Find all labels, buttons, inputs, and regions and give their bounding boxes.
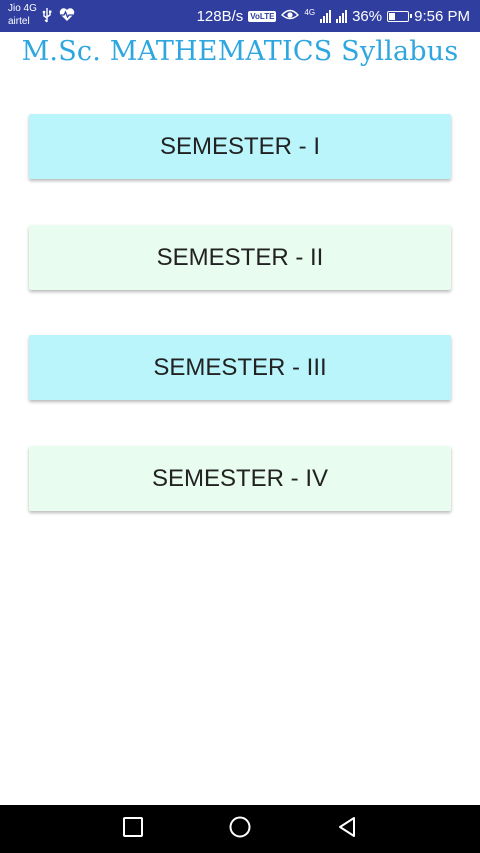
home-icon <box>228 815 252 844</box>
carrier-1: Jio 4G <box>8 3 37 14</box>
semester-1-button[interactable]: SEMESTER - I <box>29 114 451 179</box>
back-icon <box>335 815 359 844</box>
battery-icon <box>387 10 413 22</box>
carrier-info: Jio 4G airtel <box>8 2 42 28</box>
battery-percent: 36% <box>352 7 383 25</box>
semester-3-button[interactable]: SEMESTER - III <box>29 335 451 400</box>
heart-rate-icon <box>59 7 75 28</box>
eye-icon <box>281 7 300 25</box>
clock: 9:56 PM <box>414 7 470 25</box>
data-speed: 128B/s <box>196 7 244 25</box>
volte-icon: VoLTE <box>248 10 277 22</box>
semester-4-button[interactable]: SEMESTER - IV <box>29 446 451 511</box>
navigation-bar <box>0 805 480 853</box>
status-bar: Jio 4G airtel 128B/s VoLTE 4G 36% 9:56 P… <box>0 0 480 32</box>
status-right: 128B/s VoLTE 4G 36% 9:56 PM <box>197 0 470 32</box>
usb-icon <box>41 7 53 28</box>
notification-icons <box>41 7 75 28</box>
home-button[interactable] <box>210 805 270 853</box>
network-type: 4G <box>304 8 316 17</box>
signal-icon <box>320 9 332 23</box>
back-button[interactable] <box>317 805 377 853</box>
semester-2-button[interactable]: SEMESTER - II <box>29 225 451 290</box>
recents-button[interactable] <box>103 805 163 853</box>
signal-icon-2 <box>336 9 348 23</box>
recents-icon <box>122 816 144 843</box>
page-title: M.Sc. MATHEMATICS Syllabus <box>21 36 459 67</box>
carrier-2: airtel <box>8 16 30 27</box>
